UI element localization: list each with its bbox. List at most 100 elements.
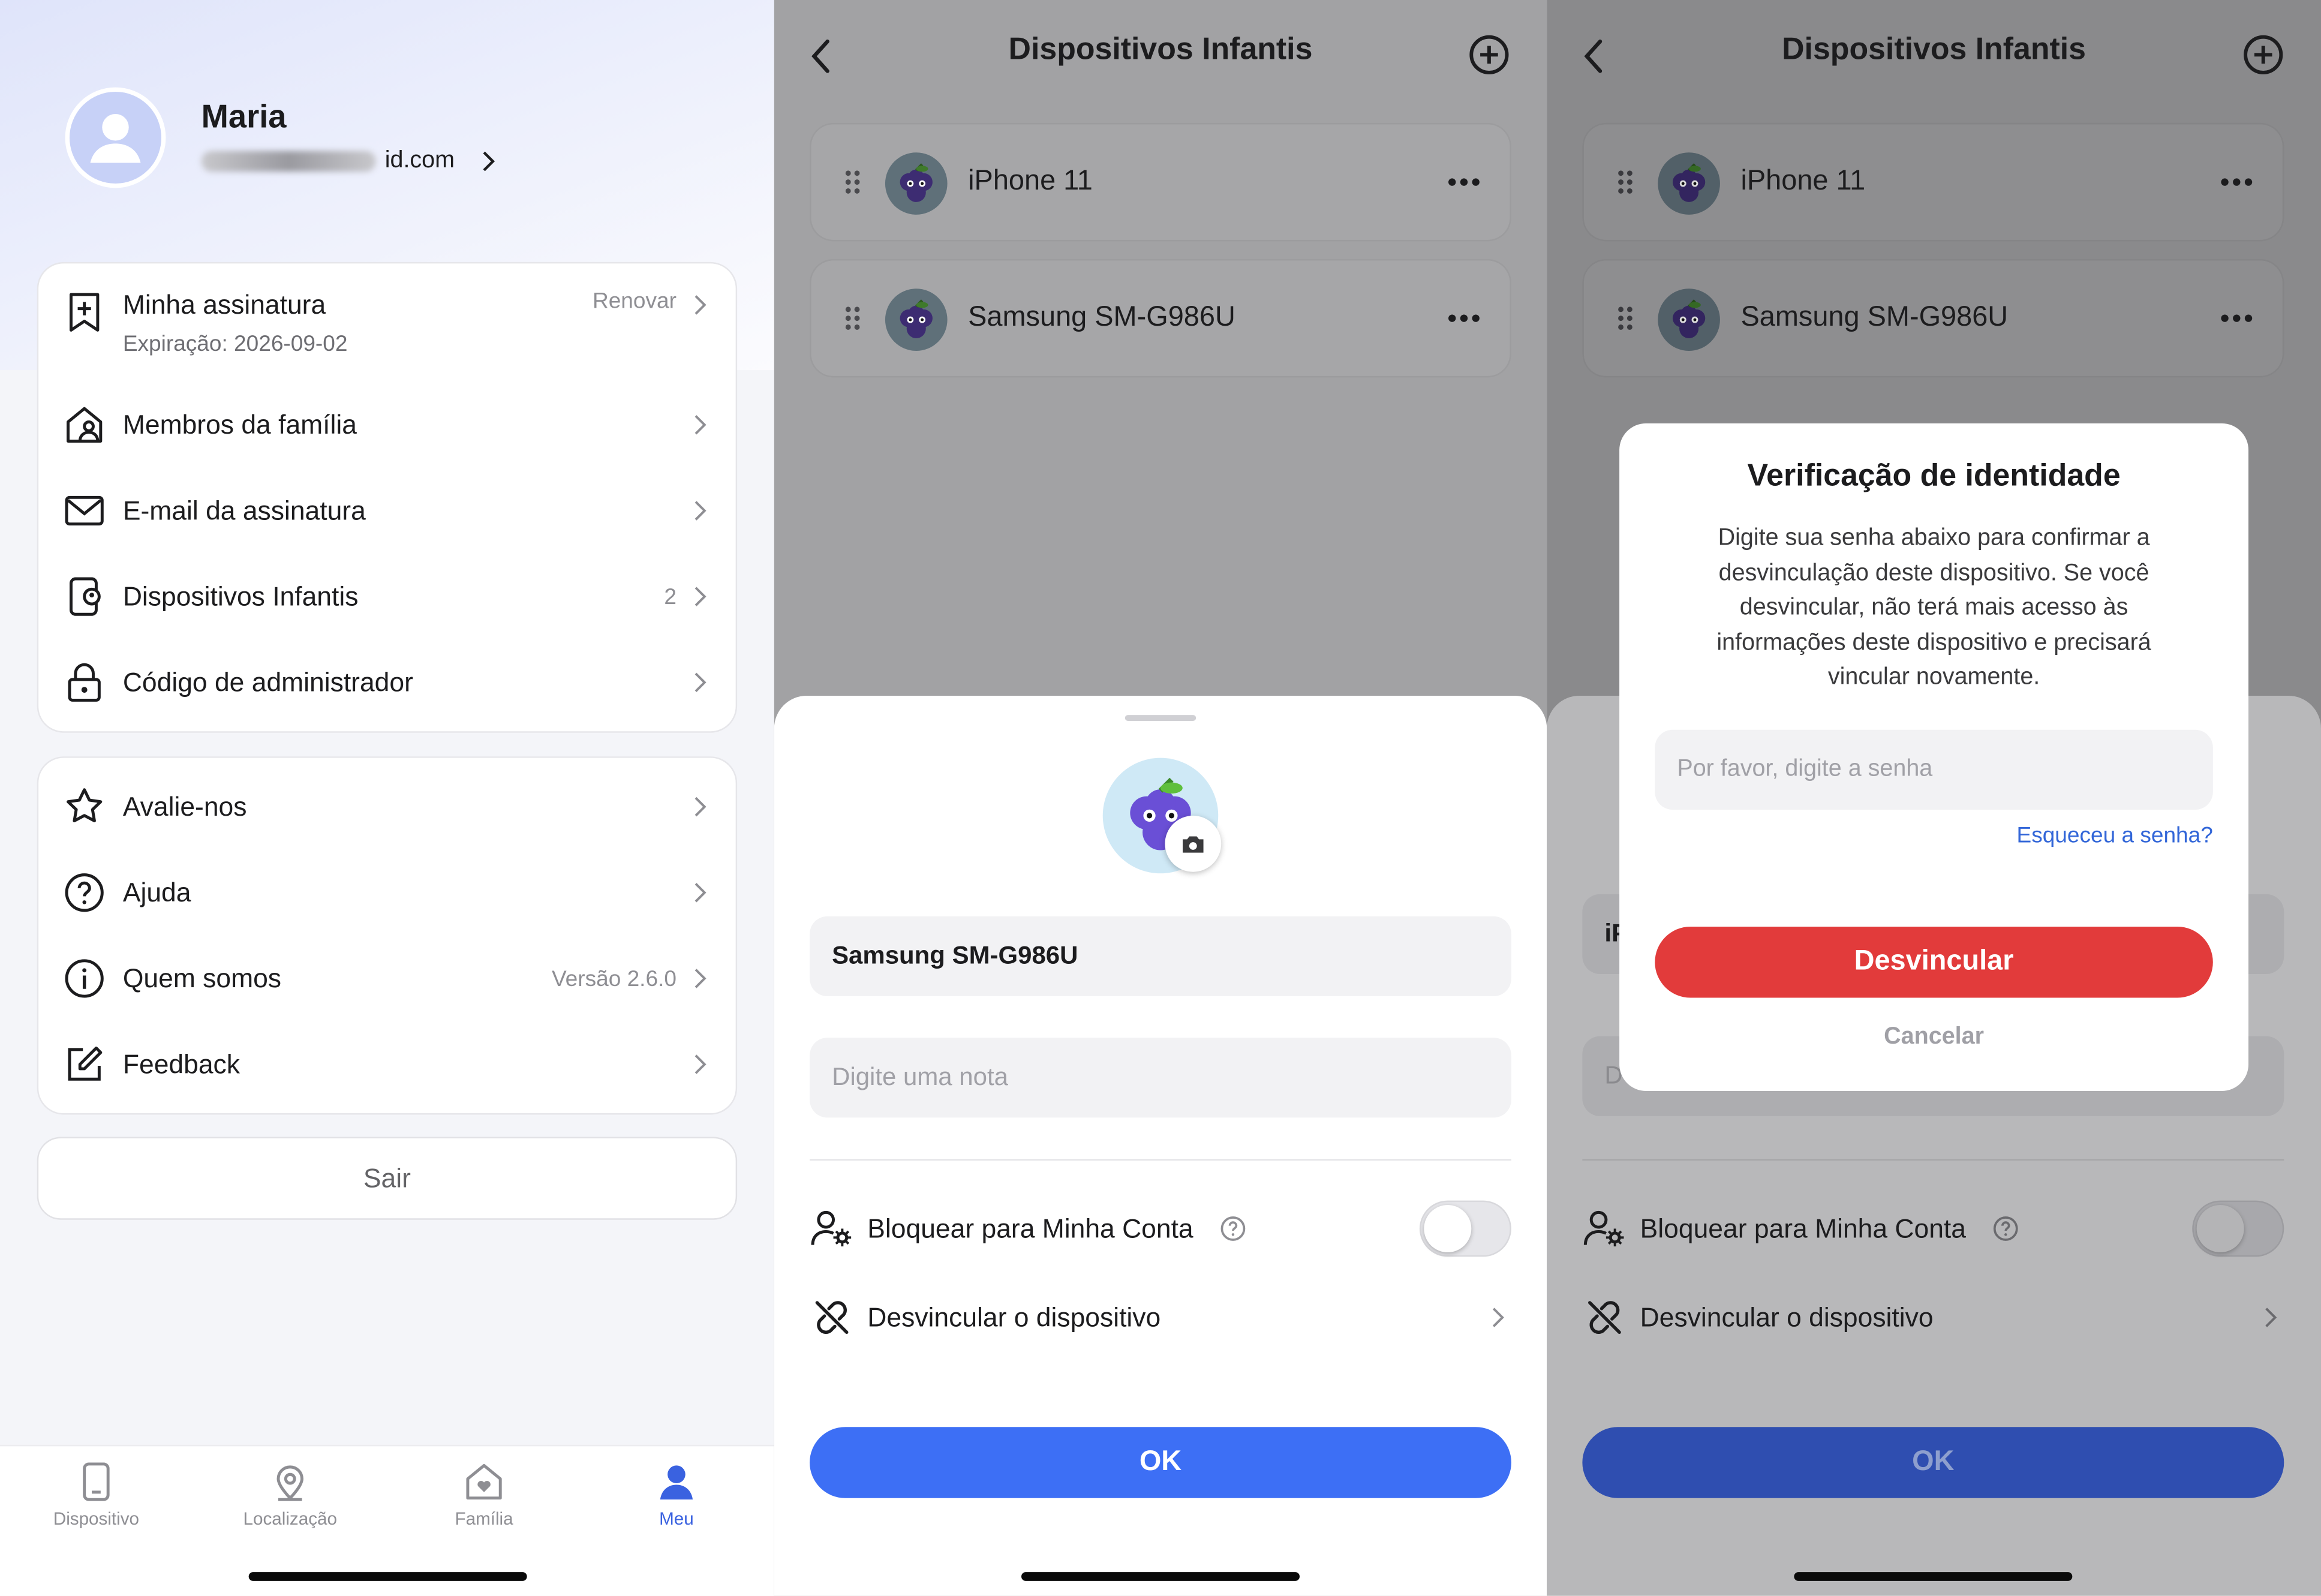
email-redacted-blur <box>201 151 376 172</box>
menu-subscription-email[interactable]: E-mail da assinatura <box>38 468 735 554</box>
menu-label: Avalie-nos <box>122 791 247 821</box>
add-circle-icon[interactable] <box>2242 34 2284 76</box>
unlink-confirm-button[interactable]: Desvincular <box>1655 927 2213 998</box>
menu-family-members[interactable]: Membros da família <box>38 382 735 468</box>
drag-handle-icon[interactable] <box>844 169 862 195</box>
chevron-right-icon <box>2265 1308 2277 1327</box>
chevron-right-icon <box>695 1054 706 1074</box>
device-row[interactable]: iPhone 11 <box>810 122 1511 242</box>
home-indicator <box>1021 1572 1300 1581</box>
edit-icon <box>64 1044 105 1085</box>
avatar-person-icon <box>90 114 141 163</box>
menu-label: Quem somos <box>122 963 282 993</box>
question-circle-icon[interactable] <box>1220 1215 1246 1242</box>
lock-icon <box>64 662 105 703</box>
lock-account-toggle[interactable] <box>1419 1200 1511 1257</box>
unlink-device-option[interactable]: Desvincular o dispositivo <box>810 1288 1511 1347</box>
avatar[interactable] <box>65 87 166 188</box>
info-icon <box>64 958 105 999</box>
chevron-right-icon <box>695 415 706 435</box>
menu-label: Dispositivos Infantis <box>122 581 359 611</box>
question-circle-icon[interactable] <box>1992 1215 2019 1242</box>
device-count: 2 <box>664 584 677 609</box>
home-indicator <box>1794 1572 2073 1581</box>
device-row[interactable]: Samsung SM-G986U <box>1582 259 2284 378</box>
menu-about-us[interactable]: Quem somos Versão 2.6.0 <box>38 936 735 1021</box>
menu-feedback[interactable]: Feedback <box>38 1021 735 1107</box>
ok-button[interactable]: OK <box>810 1427 1511 1498</box>
chevron-right-icon <box>695 883 706 903</box>
more-options-icon[interactable] <box>2220 314 2253 323</box>
page-title: Dispositivos Infantis <box>1782 32 2087 67</box>
more-options-icon[interactable] <box>1448 314 1480 323</box>
chevron-right-icon <box>695 587 706 606</box>
unlink-icon <box>810 1296 854 1340</box>
lock-account-toggle[interactable] <box>2192 1200 2284 1257</box>
menu-child-devices[interactable]: Dispositivos Infantis 2 <box>38 554 735 639</box>
sheet-drag-handle[interactable] <box>1125 715 1196 721</box>
lock-account-label: Bloquear para Minha Conta <box>1640 1213 1966 1243</box>
chevron-right-icon <box>695 295 706 315</box>
drag-handle-icon[interactable] <box>1616 305 1634 331</box>
app-version: Versão 2.6.0 <box>552 966 677 991</box>
menu-admin-code[interactable]: Código de administrador <box>38 639 735 725</box>
unlink-device-option[interactable]: Desvincular o dispositivo <box>1582 1288 2284 1347</box>
menu-label: Membros da família <box>122 409 357 439</box>
tab-me[interactable]: Meu <box>603 1461 751 1529</box>
page-title: Dispositivos Infantis <box>1008 32 1313 67</box>
tab-family[interactable]: Família <box>410 1461 558 1529</box>
camera-icon <box>1183 835 1204 852</box>
cancel-button[interactable]: Cancelar <box>1619 1024 2248 1051</box>
profile-email[interactable]: id.com <box>201 148 499 175</box>
device-row[interactable]: iPhone 11 <box>1582 122 2284 242</box>
drag-handle-icon[interactable] <box>1616 169 1634 195</box>
lock-account-option: Bloquear para Minha Conta <box>810 1199 1511 1258</box>
identity-verification-dialog: Verificação de identidade Digite sua sen… <box>1619 423 2249 1091</box>
tab-device[interactable]: Dispositivo <box>22 1461 170 1529</box>
unlink-device-label: Desvincular o dispositivo <box>867 1302 1161 1332</box>
location-pin-icon <box>276 1465 303 1501</box>
device-edit-sheet: Samsung SM-G986U Digite uma nota Bloquea… <box>774 696 1547 1596</box>
chevron-right-icon <box>695 797 706 817</box>
add-circle-icon[interactable] <box>1468 34 1510 76</box>
tab-label: Dispositivo <box>53 1508 140 1529</box>
logout-button[interactable]: Sair <box>37 1137 738 1220</box>
menu-rate-us[interactable]: Avalie-nos <box>38 764 735 850</box>
device-name: Samsung SM-G986U <box>1740 302 2009 333</box>
device-name: iPhone 11 <box>968 166 1093 197</box>
home-heart-icon <box>466 1463 502 1500</box>
profile-screen: Maria id.com Minha assinatura Expiração:… <box>0 0 774 1596</box>
menu-help[interactable]: Ajuda <box>38 850 735 936</box>
app-menu-card: Avalie-nos Ajuda Quem somos Versão 2.6.0… <box>37 756 738 1115</box>
ok-button[interactable]: OK <box>1582 1427 2284 1498</box>
grape-avatar-icon <box>885 288 948 351</box>
toggle-knob <box>2196 1205 2244 1253</box>
menu-label: E-mail da assinatura <box>122 495 366 525</box>
tab-label: Família <box>455 1508 513 1529</box>
unlink-icon <box>1582 1296 1626 1340</box>
email-suffix: id.com <box>384 148 455 173</box>
subscription-expiration: Expiração: 2026-09-02 <box>122 331 348 357</box>
menu-label: Código de administrador <box>122 666 413 697</box>
password-input[interactable]: Por favor, digite a senha <box>1655 729 2213 810</box>
dialog-title: Verificação de identidade <box>1747 459 2121 493</box>
change-photo-button[interactable] <box>1165 815 1222 872</box>
user-gear-icon <box>1582 1207 1626 1251</box>
mail-icon <box>64 490 105 531</box>
note-input[interactable]: Digite uma nota <box>810 1038 1511 1118</box>
bookmark-plus-icon <box>64 291 105 333</box>
renew-link[interactable]: Renovar <box>593 288 677 314</box>
more-options-icon[interactable] <box>2220 178 2253 187</box>
device-name-field[interactable]: Samsung SM-G986U <box>810 916 1511 997</box>
child-device-icon <box>64 576 105 617</box>
account-menu-card: Minha assinatura Expiração: 2026-09-02 R… <box>37 262 738 733</box>
device-row[interactable]: Samsung SM-G986U <box>810 259 1511 378</box>
subscription-title: Minha assinatura <box>122 290 326 320</box>
menu-subscription[interactable]: Minha assinatura Expiração: 2026-09-02 R… <box>38 263 735 381</box>
drag-handle-icon[interactable] <box>844 305 862 331</box>
forgot-password-link[interactable]: Esqueceu a senha? <box>2017 823 2213 848</box>
lock-account-option: Bloquear para Minha Conta <box>1582 1199 2284 1258</box>
tab-location[interactable]: Localização <box>216 1461 364 1529</box>
more-options-icon[interactable] <box>1448 178 1480 187</box>
grape-avatar-icon <box>1658 288 1720 351</box>
